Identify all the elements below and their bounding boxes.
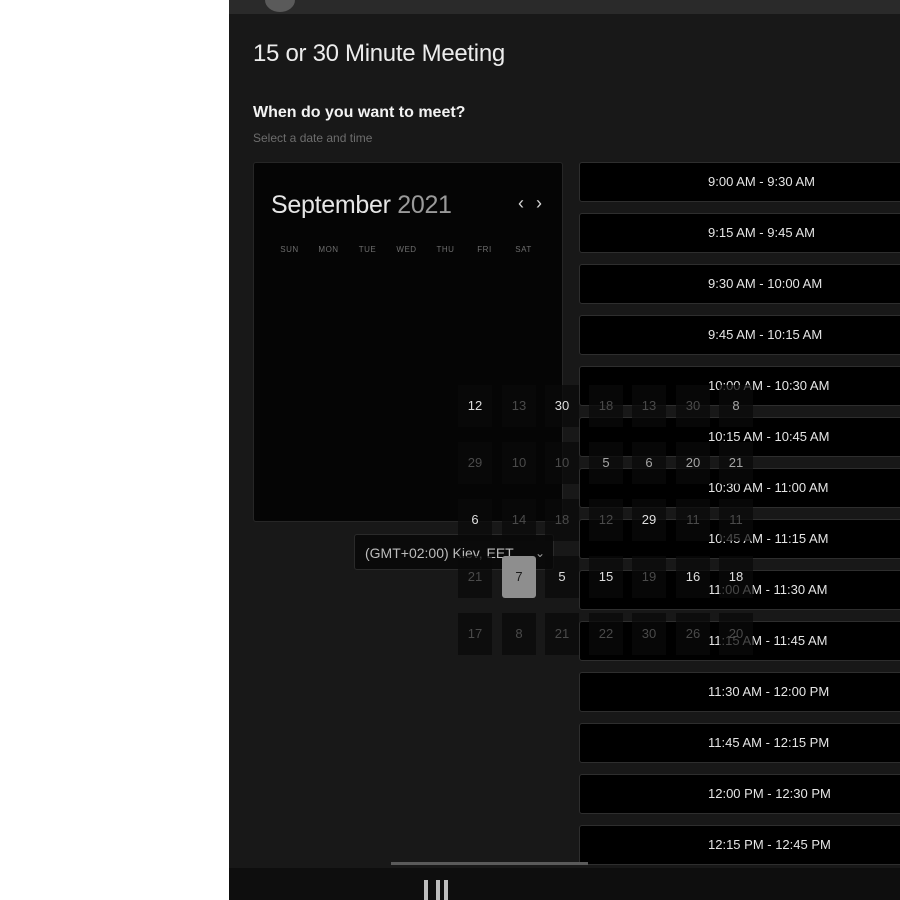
day-cell[interactable]: 12 xyxy=(589,499,623,541)
time-slot-button[interactable]: 9:00 AM - 9:30 AM xyxy=(579,162,900,202)
handle-bar xyxy=(444,880,448,900)
day-cell[interactable]: 5 xyxy=(545,556,579,598)
day-cell[interactable]: 6 xyxy=(632,442,666,484)
chevron-left-icon[interactable]: ‹ xyxy=(518,193,524,214)
handle-bar xyxy=(424,880,428,900)
calendar-month-label: September 2021 xyxy=(271,191,452,220)
time-slot-button[interactable]: 11:45 AM - 12:15 PM xyxy=(579,723,900,763)
weekday-label: SUN xyxy=(280,245,299,254)
section-heading: When do you want to meet? xyxy=(253,104,466,121)
day-cell[interactable]: 30 xyxy=(676,385,710,427)
day-cell[interactable]: 18 xyxy=(589,385,623,427)
day-cell[interactable]: 13 xyxy=(502,385,536,427)
selected-day-cell[interactable]: 7 xyxy=(502,556,536,598)
handle-bar xyxy=(436,880,440,900)
drag-handle-icon[interactable] xyxy=(424,880,474,900)
calendar-month: September xyxy=(271,191,391,219)
day-cell[interactable]: 21 xyxy=(458,556,492,598)
day-cell[interactable]: 26 xyxy=(676,613,710,655)
day-cell[interactable]: 20 xyxy=(676,442,710,484)
time-slot-button[interactable]: 9:30 AM - 10:00 AM xyxy=(579,264,900,304)
day-cell[interactable]: 12 xyxy=(458,385,492,427)
weekday-label: SAT xyxy=(515,245,532,254)
weekday-header: SUN MON TUE WED THU FRI SAT xyxy=(270,245,558,254)
bottom-bar xyxy=(229,868,900,900)
time-slot-button[interactable]: 11:30 AM - 12:00 PM xyxy=(579,672,900,712)
weekday-label: TUE xyxy=(358,245,377,254)
day-cell[interactable]: 13 xyxy=(632,385,666,427)
day-cell[interactable]: 21 xyxy=(545,613,579,655)
day-cell[interactable]: 29 xyxy=(632,499,666,541)
day-cell[interactable]: 18 xyxy=(719,556,753,598)
day-cell[interactable]: 14 xyxy=(502,499,536,541)
weekday-label: WED xyxy=(396,245,417,254)
day-cell[interactable]: 30 xyxy=(632,613,666,655)
day-cell[interactable]: 15 xyxy=(589,556,623,598)
calendar-year: 2021 xyxy=(397,191,452,219)
day-cell[interactable]: 8 xyxy=(502,613,536,655)
time-slot-button[interactable]: 12:00 PM - 12:30 PM xyxy=(579,774,900,814)
weekday-label: MON xyxy=(318,245,339,254)
day-cell[interactable]: 10 xyxy=(502,442,536,484)
page-title: 15 or 30 Minute Meeting xyxy=(253,40,505,67)
scroll-indicator xyxy=(391,862,588,865)
day-cell[interactable]: 20 xyxy=(719,613,753,655)
top-bar xyxy=(229,0,900,14)
avatar xyxy=(265,0,295,12)
time-slot-button[interactable]: 9:45 AM - 10:15 AM xyxy=(579,315,900,355)
day-cell[interactable]: 16 xyxy=(676,556,710,598)
day-cell[interactable]: 22 xyxy=(589,613,623,655)
day-cell[interactable]: 29 xyxy=(458,442,492,484)
chevron-right-icon[interactable]: › xyxy=(536,193,542,214)
day-cell[interactable]: 8 xyxy=(719,385,753,427)
day-cell[interactable]: 11 xyxy=(676,499,710,541)
day-cell[interactable]: 10 xyxy=(545,442,579,484)
day-cell[interactable]: 5 xyxy=(589,442,623,484)
day-cell[interactable]: 6 xyxy=(458,499,492,541)
day-cell[interactable]: 30 xyxy=(545,385,579,427)
day-cell[interactable]: 17 xyxy=(458,613,492,655)
section-subheading: Select a date and time xyxy=(253,131,373,145)
weekday-label: FRI xyxy=(477,245,492,254)
day-cell[interactable]: 11 xyxy=(719,499,753,541)
time-slot-button[interactable]: 9:15 AM - 9:45 AM xyxy=(579,213,900,253)
day-cell[interactable]: 21 xyxy=(719,442,753,484)
time-slot-button[interactable]: 12:15 PM - 12:45 PM xyxy=(579,825,900,865)
day-cell[interactable]: 18 xyxy=(545,499,579,541)
weekday-label: THU xyxy=(436,245,455,254)
calendar-day-grid: 12 13 30 18 13 30 8 29 10 10 5 6 20 21 6 14 18 12 29 11 11 21… xyxy=(458,385,755,657)
day-cell[interactable]: 19 xyxy=(632,556,666,598)
